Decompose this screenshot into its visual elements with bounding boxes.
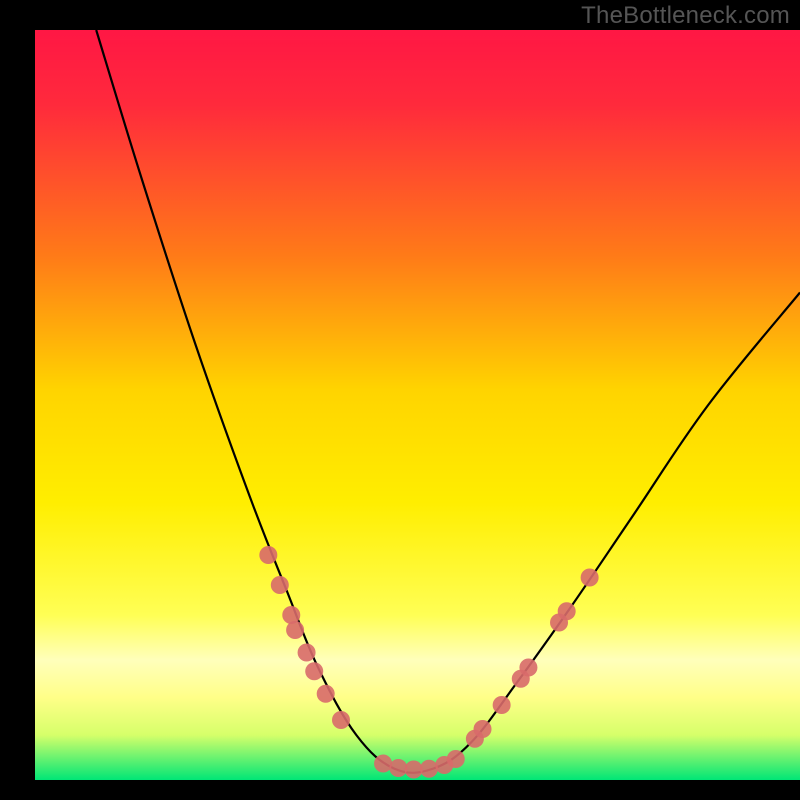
chart-frame: TheBottleneck.com — [0, 0, 800, 800]
marker-dot — [558, 602, 576, 620]
watermark-text: TheBottleneck.com — [581, 2, 790, 30]
marker-dot — [317, 685, 335, 703]
chart-canvas — [0, 0, 800, 800]
marker-dot — [271, 576, 289, 594]
marker-dot — [581, 569, 599, 587]
marker-dot — [447, 750, 465, 768]
marker-dot — [282, 606, 300, 624]
marker-dot — [298, 644, 316, 662]
marker-dot — [405, 761, 423, 779]
marker-dot — [420, 760, 438, 778]
marker-dot — [374, 755, 392, 773]
plot-background — [35, 30, 800, 780]
marker-dot — [474, 720, 492, 738]
marker-dot — [493, 696, 511, 714]
marker-dot — [259, 546, 277, 564]
marker-dot — [389, 759, 407, 777]
marker-dot — [332, 711, 350, 729]
marker-dot — [519, 659, 537, 677]
marker-dot — [286, 621, 304, 639]
marker-dot — [305, 662, 323, 680]
